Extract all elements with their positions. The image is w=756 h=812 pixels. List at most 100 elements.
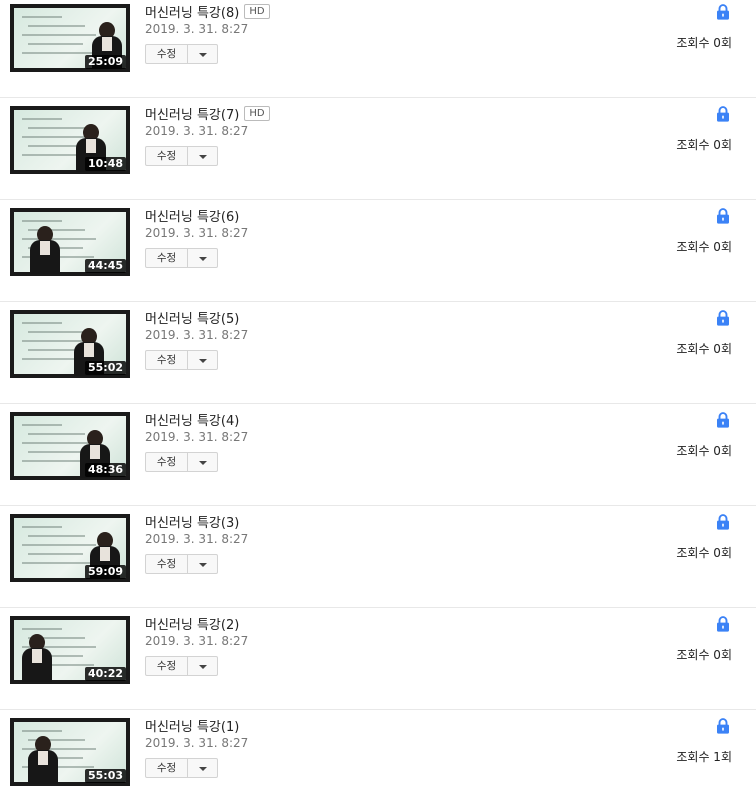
lock-icon[interactable] xyxy=(716,310,730,326)
view-count: 조회수 0회 xyxy=(676,342,732,356)
edit-button[interactable]: 수정 xyxy=(145,656,188,676)
caret-down-icon xyxy=(199,53,207,57)
video-thumbnail[interactable]: 55:02 xyxy=(10,310,130,378)
slide-text-line xyxy=(22,526,62,528)
video-title[interactable]: 머신러닝 특강(8) xyxy=(145,2,239,21)
video-duration: 44:45 xyxy=(84,259,126,273)
slide-text-line xyxy=(22,16,62,18)
presenter-figure xyxy=(28,736,58,784)
edit-dropdown-button[interactable] xyxy=(188,758,218,778)
lock-icon[interactable] xyxy=(716,4,730,20)
upload-date: 2019. 3. 31. 8:27 xyxy=(145,634,249,648)
lock-icon[interactable] xyxy=(716,412,730,428)
video-title[interactable]: 머신러닝 특강(7) xyxy=(145,104,239,123)
video-row: 10:48 머신러닝 특강(7) HD 2019. 3. 31. 8:27 수정 조회수 … xyxy=(0,98,756,200)
slide-text-line xyxy=(28,25,85,27)
edit-button[interactable]: 수정 xyxy=(145,248,188,268)
video-title[interactable]: 머신러닝 특강(1) xyxy=(145,716,239,735)
caret-down-icon xyxy=(199,359,207,363)
slide-text-line xyxy=(22,562,94,564)
caret-down-icon xyxy=(199,461,207,465)
edit-button[interactable]: 수정 xyxy=(145,452,188,472)
edit-button[interactable]: 수정 xyxy=(145,554,188,574)
slide-text-line xyxy=(22,322,62,324)
view-count: 조회수 0회 xyxy=(676,444,732,458)
lock-icon[interactable] xyxy=(716,616,730,632)
upload-date: 2019. 3. 31. 8:27 xyxy=(145,736,249,750)
presenter-figure xyxy=(30,226,60,274)
title-wrap: 머신러닝 특강(8) HD xyxy=(145,1,270,21)
edit-button-group: 수정 xyxy=(145,554,218,574)
view-count: 조회수 0회 xyxy=(676,648,732,662)
upload-date: 2019. 3. 31. 8:27 xyxy=(145,226,249,240)
slide-text-line xyxy=(22,628,62,630)
lock-icon[interactable] xyxy=(716,718,730,734)
hd-badge: HD xyxy=(244,4,270,19)
view-count: 조회수 1회 xyxy=(676,750,732,764)
video-title[interactable]: 머신러닝 특강(5) xyxy=(145,308,239,327)
edit-button[interactable]: 수정 xyxy=(145,350,188,370)
edit-button-group: 수정 xyxy=(145,248,218,268)
view-count: 조회수 0회 xyxy=(676,138,732,152)
title-wrap: 머신러닝 특강(5) xyxy=(145,307,239,327)
video-duration: 59:09 xyxy=(84,565,126,579)
edit-button-group: 수정 xyxy=(145,452,218,472)
video-row: 40:22 머신러닝 특강(2) 2019. 3. 31. 8:27 수정 조회수 0회 xyxy=(0,608,756,710)
video-thumbnail[interactable]: 44:45 xyxy=(10,208,130,276)
slide-text-line xyxy=(28,535,85,537)
caret-down-icon xyxy=(199,257,207,261)
video-duration: 55:02 xyxy=(84,361,126,375)
lock-icon[interactable] xyxy=(716,208,730,224)
slide-text-line xyxy=(22,118,62,120)
edit-dropdown-button[interactable] xyxy=(188,350,218,370)
edit-dropdown-button[interactable] xyxy=(188,554,218,574)
title-wrap: 머신러닝 특강(3) xyxy=(145,511,239,531)
video-duration: 25:09 xyxy=(84,55,126,69)
edit-dropdown-button[interactable] xyxy=(188,656,218,676)
lock-icon[interactable] xyxy=(716,514,730,530)
video-thumbnail[interactable]: 55:03 xyxy=(10,718,130,786)
slide-text-line xyxy=(22,424,62,426)
edit-dropdown-button[interactable] xyxy=(188,44,218,64)
video-duration: 40:22 xyxy=(84,667,126,681)
upload-date: 2019. 3. 31. 8:27 xyxy=(145,22,249,36)
video-row: 55:02 머신러닝 특강(5) 2019. 3. 31. 8:27 수정 조회수 0회 xyxy=(0,302,756,404)
edit-dropdown-button[interactable] xyxy=(188,452,218,472)
video-row: 25:09 머신러닝 특강(8) HD 2019. 3. 31. 8:27 수정 조회수 … xyxy=(0,0,756,98)
slide-text-line xyxy=(28,451,83,453)
lock-icon[interactable] xyxy=(716,106,730,122)
video-row: 48:36 머신러닝 특강(4) 2019. 3. 31. 8:27 수정 조회수 0회 xyxy=(0,404,756,506)
presenter-figure xyxy=(22,634,52,682)
edit-button[interactable]: 수정 xyxy=(145,758,188,778)
video-title[interactable]: 머신러닝 특강(2) xyxy=(145,614,239,633)
edit-button-group: 수정 xyxy=(145,350,218,370)
video-row: 55:03 머신러닝 특강(1) 2019. 3. 31. 8:27 수정 조회수 1회 xyxy=(0,710,756,812)
upload-date: 2019. 3. 31. 8:27 xyxy=(145,532,249,546)
video-thumbnail[interactable]: 40:22 xyxy=(10,616,130,684)
view-count: 조회수 0회 xyxy=(676,240,732,254)
video-thumbnail[interactable]: 10:48 xyxy=(10,106,130,174)
edit-dropdown-button[interactable] xyxy=(188,146,218,166)
video-thumbnail[interactable]: 48:36 xyxy=(10,412,130,480)
upload-date: 2019. 3. 31. 8:27 xyxy=(145,124,249,138)
slide-text-line xyxy=(22,730,62,732)
title-wrap: 머신러닝 특강(4) xyxy=(145,409,239,429)
title-wrap: 머신러닝 특강(2) xyxy=(145,613,239,633)
video-thumbnail[interactable]: 25:09 xyxy=(10,4,130,72)
edit-button[interactable]: 수정 xyxy=(145,44,188,64)
edit-button-group: 수정 xyxy=(145,146,218,166)
slide-text-line xyxy=(22,52,94,54)
edit-button-group: 수정 xyxy=(145,44,218,64)
video-title[interactable]: 머신러닝 특강(6) xyxy=(145,206,239,225)
upload-date: 2019. 3. 31. 8:27 xyxy=(145,328,249,342)
video-duration: 55:03 xyxy=(84,769,126,783)
video-title[interactable]: 머신러닝 특강(4) xyxy=(145,410,239,429)
video-thumbnail[interactable]: 59:09 xyxy=(10,514,130,582)
edit-dropdown-button[interactable] xyxy=(188,248,218,268)
view-count: 조회수 0회 xyxy=(676,36,732,50)
slide-text-line xyxy=(28,145,83,147)
video-title[interactable]: 머신러닝 특강(3) xyxy=(145,512,239,531)
slide-text-line xyxy=(22,544,96,546)
edit-button[interactable]: 수정 xyxy=(145,146,188,166)
caret-down-icon xyxy=(199,665,207,669)
